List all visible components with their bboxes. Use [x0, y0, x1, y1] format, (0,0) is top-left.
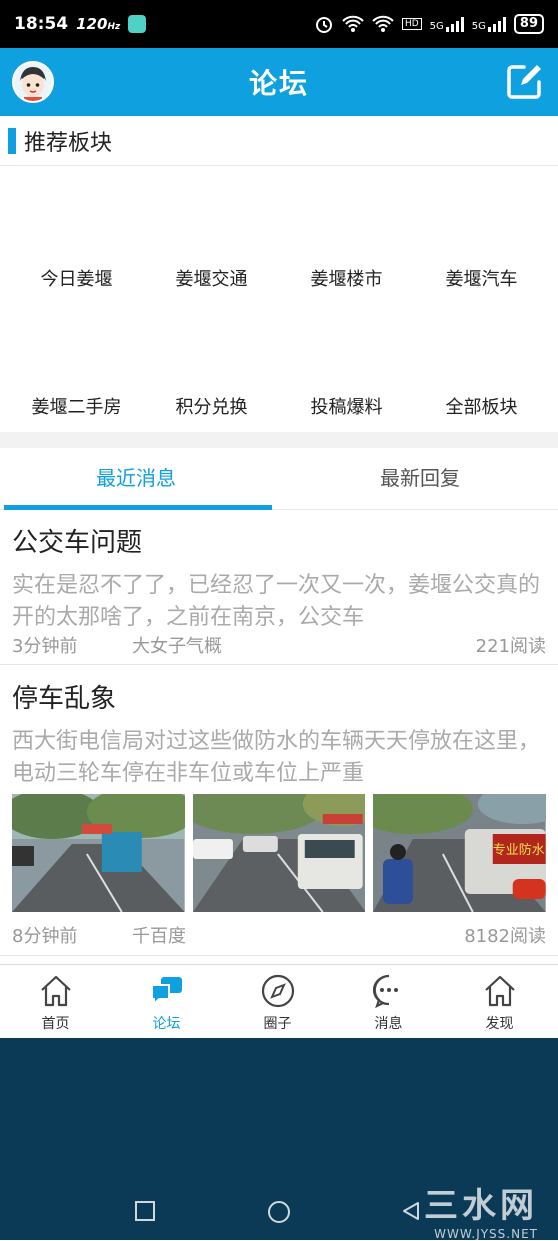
- board-auto[interactable]: 姜堰汽车: [412, 265, 551, 291]
- status-bar: 18:54 120Hz HD 5G 5G 89: [0, 0, 558, 48]
- board-today[interactable]: 今日姜堰: [7, 265, 146, 291]
- back-button-icon[interactable]: [400, 1200, 422, 1222]
- compass-icon: [261, 974, 294, 1008]
- post-author[interactable]: 千百度: [132, 922, 186, 948]
- post-reads: 221阅读: [475, 636, 546, 657]
- network-5g-a: 5G: [430, 16, 464, 32]
- section-title: 推荐板块: [24, 130, 113, 156]
- avatar-icon: [14, 63, 52, 101]
- avatar[interactable]: [12, 61, 54, 103]
- section-accent-bar: [8, 127, 16, 154]
- post-author[interactable]: 大女子气概: [132, 632, 222, 658]
- battery-indicator: 89: [513, 14, 544, 34]
- discover-home-icon: [484, 975, 515, 1007]
- wifi-icon-2: [372, 15, 394, 32]
- post-reads: 8182阅读: [464, 926, 546, 947]
- board-all[interactable]: 全部板块: [412, 393, 551, 419]
- divider-band: [0, 432, 558, 448]
- board-points[interactable]: 积分兑换: [142, 393, 281, 419]
- nav-label: 首页: [41, 1016, 70, 1032]
- signal-icon-2: [487, 16, 506, 32]
- nav-label: 发现: [485, 1016, 514, 1032]
- van-sign-text: 专业防水: [493, 842, 545, 858]
- status-time: 18:54: [14, 14, 69, 34]
- nav-home[interactable]: 首页: [0, 973, 111, 1033]
- chat-bubbles-icon: [150, 977, 182, 1007]
- recommended-header: 推荐板块: [0, 116, 558, 166]
- post-title[interactable]: 公交车问题: [12, 522, 142, 559]
- board-traffic[interactable]: 姜堰交通: [142, 265, 281, 291]
- app-notification-icon: [128, 15, 147, 33]
- board-secondhand[interactable]: 姜堰二手房: [7, 393, 146, 419]
- post-item[interactable]: 公交车问题 实在是忍不了了，已经忍了一次又一次，姜堰公交真的开的太那啥了，之前在…: [0, 510, 558, 665]
- post-image[interactable]: 专业防水: [373, 794, 547, 912]
- app-header: 论坛: [0, 48, 558, 116]
- nav-label: 消息: [374, 1016, 403, 1032]
- post-excerpt: 西大街电信局对过这些做防水的车辆天天停放在这里，电动三轮车停在非车位或车位上严重: [12, 729, 541, 786]
- signal-icon: [445, 16, 464, 32]
- board-property[interactable]: 姜堰楼市: [277, 265, 416, 291]
- nav-label: 圈子: [263, 1016, 292, 1032]
- hd-badge: HD: [401, 18, 422, 30]
- tab-recent[interactable]: 最近消息: [0, 448, 272, 510]
- page-title: 论坛: [248, 67, 309, 100]
- wifi-icon: [342, 15, 364, 32]
- nav-circle[interactable]: 圈子: [222, 973, 333, 1033]
- board-grid: 今日姜堰 姜堰交通 姜堰楼市 姜堰汽车 姜堰二手房 积分兑换 投稿爆料 全部板块: [0, 167, 558, 432]
- home-icon: [40, 975, 71, 1007]
- system-navigation-area: 三水网 WWW.JYSS.NET: [0, 1038, 558, 1241]
- compose-icon[interactable]: [504, 62, 544, 102]
- post-time: 8分钟前: [12, 926, 78, 947]
- post-thumbnails: 专业防水: [12, 794, 547, 912]
- alarm-icon: [315, 17, 332, 33]
- post-image[interactable]: [192, 794, 366, 912]
- post-excerpt: 实在是忍不了了，已经忍了一次又一次，姜堰公交真的开的太那啥了，之前在南京，公交车: [12, 573, 541, 630]
- bottom-navigation: 首页 论坛 圈子 消息 发现: [0, 964, 558, 1038]
- nav-messages[interactable]: 消息: [333, 973, 444, 1033]
- board-submit[interactable]: 投稿爆料: [277, 393, 416, 419]
- network-5g-b: 5G: [472, 16, 506, 32]
- tab-bar: 最近消息 最新回复: [0, 448, 558, 510]
- post-item[interactable]: 停车乱象 西大街电信局对过这些做防水的车辆天天停放在这里，电动三轮车停在非车位或…: [0, 666, 558, 956]
- nav-discover[interactable]: 发现: [444, 973, 555, 1033]
- post-title[interactable]: 停车乱象: [12, 678, 116, 715]
- nav-forum[interactable]: 论坛: [111, 973, 222, 1033]
- watermark-url: WWW.JYSS.NET: [434, 1227, 538, 1241]
- home-button-icon[interactable]: [267, 1200, 291, 1224]
- watermark-brand: 三水网: [424, 1186, 538, 1226]
- nav-label: 论坛: [152, 1016, 181, 1032]
- post-time: 3分钟前: [12, 636, 78, 657]
- post-image[interactable]: [12, 794, 185, 912]
- watermark: 三水网 WWW.JYSS.NET: [424, 1178, 538, 1241]
- tab-latest-replies[interactable]: 最新回复: [284, 448, 556, 510]
- message-dots-icon: [372, 974, 398, 1009]
- refresh-rate: 120Hz: [76, 15, 121, 33]
- recents-button-icon[interactable]: [134, 1200, 156, 1222]
